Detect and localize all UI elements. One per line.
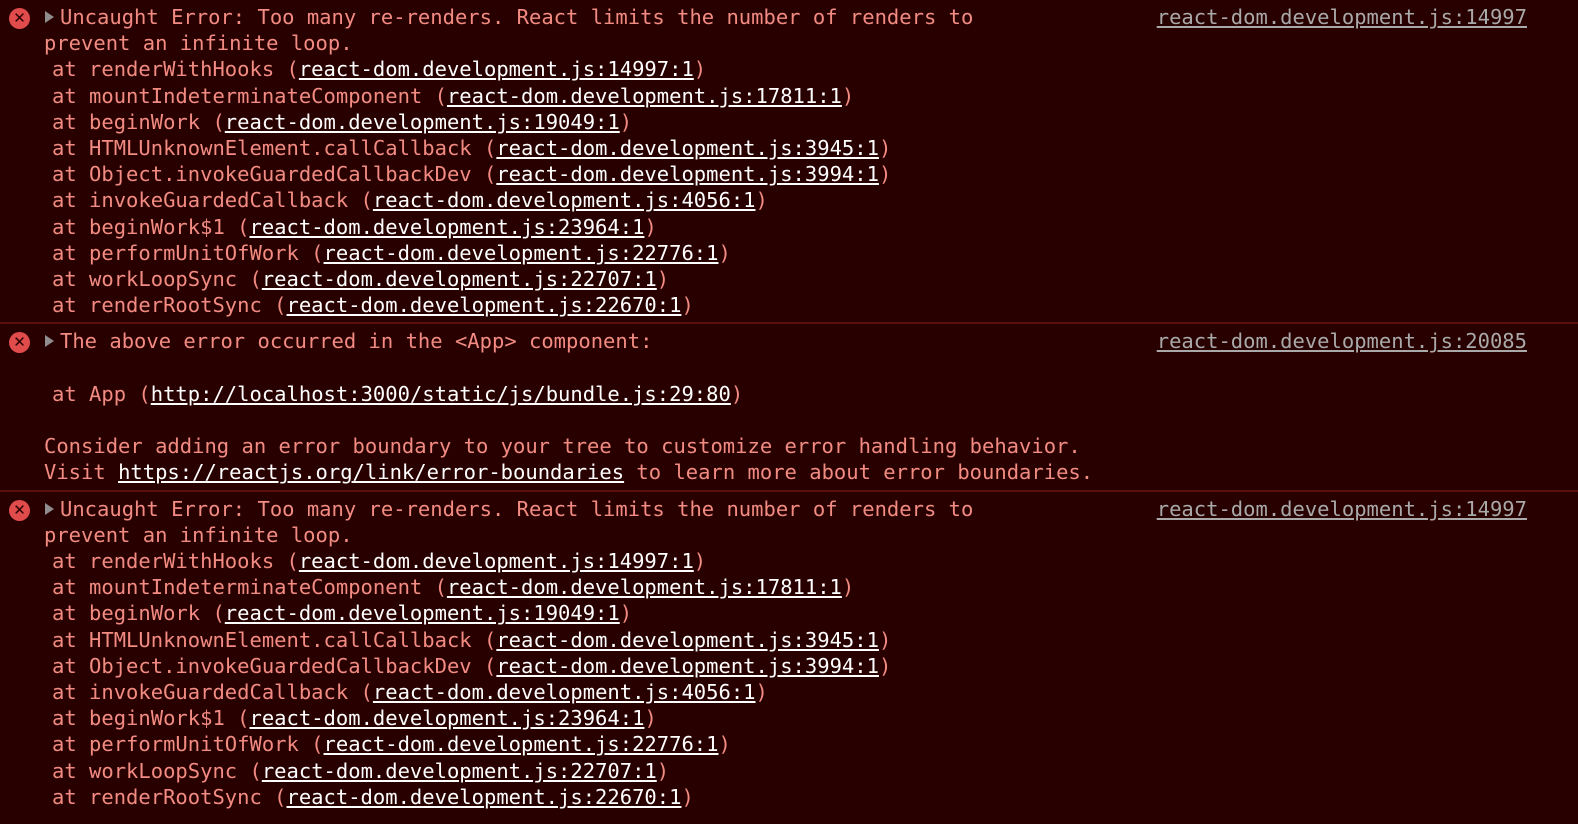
error-boundaries-link[interactable]: https://reactjs.org/link/error-boundarie… [118,460,624,484]
console-error-entry: ✕ react-dom.development.js:14997 Uncaugh… [0,492,1578,814]
stack-frame-link[interactable]: react-dom.development.js:23964:1 [249,215,644,239]
stack-frame-link[interactable]: react-dom.development.js:3994:1 [496,162,879,186]
stack-frame-link[interactable]: react-dom.development.js:17811:1 [447,575,842,599]
expand-triangle-icon[interactable] [45,11,54,23]
stack-frame-link[interactable]: react-dom.development.js:19049:1 [225,110,620,134]
error-icon: ✕ [9,332,30,354]
stack-frame: at Object.invokeGuardedCallbackDev (reac… [52,162,892,187]
stack-frame-link[interactable]: react-dom.development.js:22707:1 [262,267,657,291]
stack-frame: at workLoopSync (react-dom.development.j… [52,758,670,783]
stack-frame: at invokeGuardedCallback (react-dom.deve… [52,680,768,705]
stack-frame-link[interactable]: react-dom.development.js:4056:1 [373,188,756,212]
stack-frame: at mountIndeterminateComponent (react-do… [52,83,855,108]
stack-frame: at renderWithHooks (react-dom.developmen… [52,549,707,574]
advice-text: Consider adding an error boundary to you… [44,434,1081,459]
stack-frame-link[interactable]: react-dom.development.js:3945:1 [496,136,879,160]
stack-frame: at beginWork$1 (react-dom.development.js… [52,214,657,239]
error-message: Uncaught Error: Too many re-renders. Rea… [60,5,974,29]
error-message: Uncaught Error: Too many re-renders. Rea… [60,496,974,521]
stack-frame-link[interactable]: react-dom.development.js:22670:1 [287,293,682,317]
stack-frame-link[interactable]: react-dom.development.js:22776:1 [324,732,719,756]
stack-frame: at renderRootSync (react-dom.development… [52,784,694,809]
stack-frame: at App (http://localhost:3000/static/js/… [52,381,744,406]
stack-trace: at renderWithHooks (react-dom.developmen… [0,548,1578,810]
error-icon: ✕ [9,8,30,29]
stack-frame-link[interactable]: react-dom.development.js:14997:1 [299,549,694,573]
expand-triangle-icon[interactable] [45,502,54,515]
expand-triangle-icon[interactable] [45,335,54,348]
stack-frame: at performUnitOfWork (react-dom.developm… [52,240,731,265]
stack-frame: at beginWork (react-dom.development.js:1… [52,109,633,134]
error-message: The above error occurred in the <App> co… [60,329,653,354]
error-message-continued: prevent an infinite loop. [44,522,353,547]
error-message-continued: prevent an infinite loop. [44,31,353,56]
stack-frame: at beginWork (react-dom.development.js:1… [52,601,633,626]
console-panel: ✕ react-dom.development.js:14997 Uncaugh… [0,0,1578,814]
stack-frame: at HTMLUnknownElement.callCallback (reac… [52,627,892,652]
stack-frame: at renderRootSync (react-dom.development… [52,293,694,318]
stack-frame-link[interactable]: http://localhost:3000/static/js/bundle.j… [151,382,731,406]
advice-visit-line: Visit https://reactjs.org/link/error-bou… [44,460,1094,485]
stack-frame: at workLoopSync (react-dom.development.j… [52,267,670,292]
stack-frame-link[interactable]: react-dom.development.js:3994:1 [496,654,879,678]
console-error-entry: ✕ react-dom.development.js:14997 Uncaugh… [0,0,1578,325]
stack-frame: at mountIndeterminateComponent (react-do… [52,575,855,600]
stack-frame-link[interactable]: react-dom.development.js:4056:1 [373,680,756,704]
stack-frame-link[interactable]: react-dom.development.js:22707:1 [262,759,657,783]
source-link[interactable]: react-dom.development.js:14997 [1157,4,1527,30]
stack-frame-link[interactable]: react-dom.development.js:14997:1 [299,57,694,81]
stack-frame: at Object.invokeGuardedCallbackDev (reac… [52,653,892,678]
stack-frame: at performUnitOfWork (react-dom.developm… [52,732,731,757]
source-link[interactable]: react-dom.development.js:20085 [1157,328,1527,354]
stack-frame: at HTMLUnknownElement.callCallback (reac… [52,136,892,161]
error-icon: ✕ [9,499,30,521]
stack-frame: at renderWithHooks (react-dom.developmen… [52,57,707,82]
console-error-entry: ✕ react-dom.development.js:20085 The abo… [0,324,1578,492]
stack-frame-link[interactable]: react-dom.development.js:3945:1 [496,628,879,652]
stack-frame-link[interactable]: react-dom.development.js:17811:1 [447,84,842,108]
stack-trace: at renderWithHooks (react-dom.developmen… [0,56,1578,318]
stack-frame: at invokeGuardedCallback (react-dom.deve… [52,188,768,213]
stack-frame-link[interactable]: react-dom.development.js:22670:1 [287,785,682,809]
stack-frame-link[interactable]: react-dom.development.js:22776:1 [324,241,719,265]
stack-frame: at beginWork$1 (react-dom.development.js… [52,706,657,731]
source-link[interactable]: react-dom.development.js:14997 [1157,496,1527,522]
stack-frame-link[interactable]: react-dom.development.js:23964:1 [249,706,644,730]
stack-frame-link[interactable]: react-dom.development.js:19049:1 [225,601,620,625]
